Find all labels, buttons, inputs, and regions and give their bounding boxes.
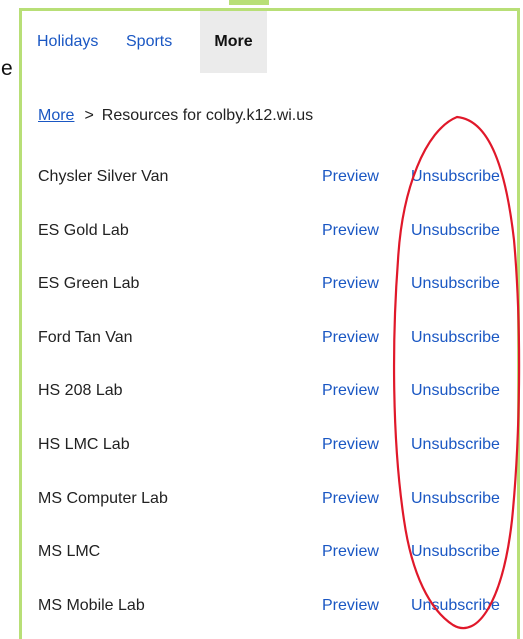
preview-link[interactable]: Preview	[322, 329, 379, 347]
preview-link[interactable]: Preview	[322, 168, 379, 186]
preview-link[interactable]: Preview	[322, 382, 379, 400]
resource-name: MS Computer Lab	[38, 489, 168, 507]
list-item: HS LMC Lab Preview Unsubscribe	[22, 436, 517, 490]
list-item: MS Computer Lab Preview Unsubscribe	[22, 490, 517, 544]
preview-link[interactable]: Preview	[322, 543, 379, 561]
list-item: Chysler Silver Van Preview Unsubscribe	[22, 168, 517, 222]
list-item: ES Green Lab Preview Unsubscribe	[22, 275, 517, 329]
resources-panel: Holidays Sports More More > Resources for …	[19, 8, 520, 639]
tab-sports[interactable]: Sports	[126, 11, 172, 73]
preview-link[interactable]: Preview	[322, 597, 379, 615]
resource-name: ES Green Lab	[38, 275, 140, 293]
list-item: HS 208 Lab Preview Unsubscribe	[22, 382, 517, 436]
unsubscribe-link[interactable]: Unsubscribe	[411, 490, 500, 508]
breadcrumb-current: Resources for colby.k12.wi.us	[101, 107, 314, 124]
list-item: ES Gold Lab Preview Unsubscribe	[22, 222, 517, 276]
resource-name: Ford Tan Van	[38, 328, 133, 346]
breadcrumb-more-link[interactable]: More	[38, 107, 74, 124]
screenshot-stage: e Holidays Sports More More > Resources fo…	[0, 0, 523, 639]
unsubscribe-link[interactable]: Unsubscribe	[411, 222, 500, 240]
stray-letter: e	[1, 57, 13, 80]
tab-holidays[interactable]: Holidays	[37, 11, 98, 73]
resource-name: ES Gold Lab	[38, 221, 129, 239]
preview-link[interactable]: Preview	[322, 222, 379, 240]
tab-more[interactable]: More	[200, 11, 267, 73]
unsubscribe-link[interactable]: Unsubscribe	[411, 382, 500, 400]
resource-name: HS 208 Lab	[38, 382, 123, 400]
unsubscribe-link[interactable]: Unsubscribe	[411, 275, 500, 293]
resource-name: HS LMC Lab	[38, 435, 130, 453]
unsubscribe-link[interactable]: Unsubscribe	[411, 168, 500, 186]
top-highlight-bar	[229, 0, 269, 5]
breadcrumb: More > Resources for colby.k12.wi.us	[38, 107, 313, 125]
tab-bar: Holidays Sports More	[22, 11, 517, 73]
list-item: MS Mobile Lab Preview Unsubscribe	[22, 597, 517, 639]
unsubscribe-link[interactable]: Unsubscribe	[411, 329, 500, 347]
list-item: Ford Tan Van Preview Unsubscribe	[22, 329, 517, 383]
breadcrumb-separator: >	[84, 107, 94, 124]
resource-name: MS LMC	[38, 543, 101, 561]
preview-link[interactable]: Preview	[322, 275, 379, 293]
resource-name: Chysler Silver Van	[38, 168, 169, 185]
unsubscribe-link[interactable]: Unsubscribe	[411, 597, 500, 615]
list-item: MS LMC Preview Unsubscribe	[22, 543, 517, 597]
resource-name: MS Mobile Lab	[38, 596, 145, 614]
preview-link[interactable]: Preview	[322, 490, 379, 508]
unsubscribe-link[interactable]: Unsubscribe	[411, 543, 500, 561]
resource-list: Chysler Silver Van Preview Unsubscribe E…	[22, 168, 517, 639]
preview-link[interactable]: Preview	[322, 436, 379, 454]
unsubscribe-link[interactable]: Unsubscribe	[411, 436, 500, 454]
